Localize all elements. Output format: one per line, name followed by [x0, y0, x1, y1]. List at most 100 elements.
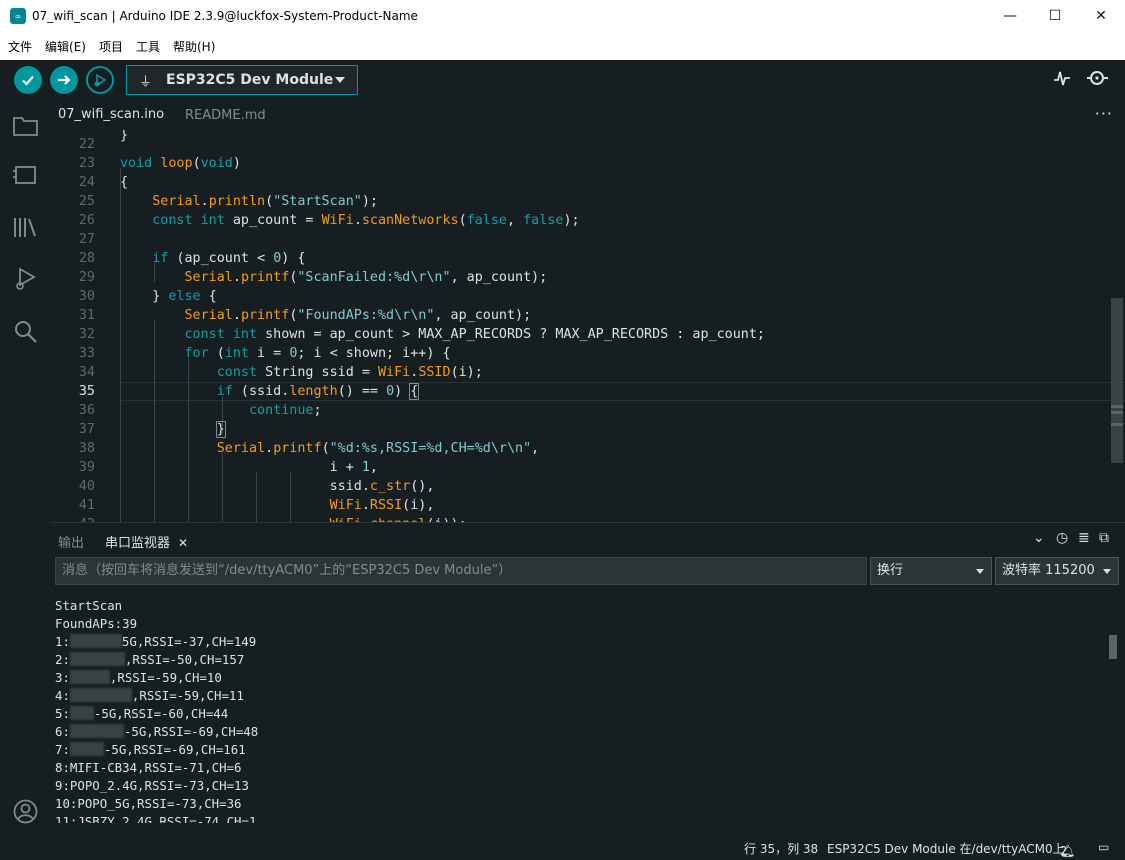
redacted-ssid	[69, 652, 125, 666]
sketchbook-folder-icon[interactable]	[12, 112, 39, 139]
serial-monitor-icon	[1087, 71, 1108, 85]
chevron-down-icon	[335, 77, 345, 83]
line-number: 34	[78, 365, 95, 380]
search-icon[interactable]	[12, 318, 39, 345]
code-line: Serial.printf("FoundAPs:%d\r\n", ap_coun…	[184, 308, 532, 323]
line-number: 25	[78, 194, 95, 209]
more-actions-icon[interactable]: ···	[1095, 104, 1113, 123]
serial-message-input[interactable]: 消息（按回车将消息发送到“/dev/ttyACM0”上的“ESP32C5 Dev…	[55, 557, 867, 585]
redacted-ssid	[69, 724, 124, 738]
debug-sidebar-icon[interactable]	[12, 266, 39, 293]
redacted-ssid	[69, 706, 94, 720]
toggle-autoscroll-icon[interactable]: ⌄	[1033, 530, 1045, 546]
serial-scrollbar[interactable]	[1109, 635, 1117, 659]
output-toggle-icon[interactable]: ▭	[1098, 840, 1109, 854]
code-line: const int ap_count = WiFi.scanNetworks(f…	[152, 213, 580, 228]
boards-manager-icon[interactable]	[12, 162, 39, 189]
board-name: ESP32C5 Dev Module	[166, 72, 334, 88]
redacted-ssid	[69, 688, 132, 702]
redacted-ssid	[69, 634, 122, 648]
menu-edit[interactable]: 编辑(E)	[37, 38, 91, 55]
serial-line: 1: 5G,RSSI=-37,CH=149	[55, 633, 1110, 651]
line-number: 23	[78, 156, 95, 171]
code-line: }	[215, 421, 226, 438]
minimize-button[interactable]: —	[987, 0, 1033, 32]
code-line: for (int i = 0; i < shown; i++) {	[184, 346, 451, 361]
code-line: Serial.printf("%d:%s,RSSI=%d,CH=%d\r\n",	[216, 441, 540, 456]
line-number: 27	[78, 232, 95, 247]
menu-tools[interactable]: 工具	[128, 38, 165, 55]
serial-line-prefix: 2:	[55, 652, 70, 667]
close-window-button[interactable]: ✕	[1078, 0, 1124, 32]
cursor-position: 行 35，列 38	[744, 842, 819, 856]
close-icon[interactable]: ✕	[178, 536, 188, 550]
line-ending-value: 换行	[877, 563, 904, 578]
code-line: i + 1,	[120, 460, 378, 475]
line-number: 40	[78, 479, 95, 494]
bottom-panel: 输出 串口监视器 ✕ ⌄ ◷ ≣ ⧉ 消息（按回车将消息发送到“/dev/ttyA…	[50, 522, 1125, 836]
menu-project[interactable]: 项目	[91, 38, 128, 55]
line-number: 22	[78, 137, 95, 152]
serial-line: 2: ,RSSI=-50,CH=157	[55, 651, 1110, 669]
menu-file[interactable]: 文件	[0, 38, 37, 55]
upload-button[interactable]	[50, 66, 78, 94]
baud-rate-select[interactable]: 波特率 115200	[995, 557, 1119, 585]
maximize-button[interactable]: ☐	[1032, 0, 1078, 32]
code-line: Serial.println("StartScan");	[152, 194, 378, 209]
code-line: const int shown = ap_count > MAX_AP_RECO…	[184, 327, 765, 342]
arduino-app-icon: ∞	[10, 8, 26, 24]
baud-rate-value: 波特率 115200	[1002, 563, 1095, 578]
serial-plotter-button[interactable]	[1052, 68, 1072, 93]
debug-button[interactable]	[86, 66, 114, 94]
serial-line-prefix: 7:	[55, 742, 70, 757]
line-number: 39	[78, 460, 95, 475]
account-icon[interactable]	[12, 798, 39, 825]
status-bar: 行 35，列 38 ESP32C5 Dev Module 在/dev/ttyAC…	[0, 836, 1125, 860]
verify-button[interactable]	[14, 66, 42, 94]
serial-line-suffix: -5G,RSSI=-60,CH=44	[93, 706, 229, 721]
line-number: 30	[78, 289, 95, 304]
serial-line-prefix: 5:	[55, 706, 70, 721]
serial-line: 5: -5G,RSSI=-60,CH=44	[55, 705, 1110, 723]
tab-output-label: 输出	[58, 536, 85, 551]
serial-line: 11:JSBZY_2.4G,RSSI=-74,CH=1	[55, 814, 257, 823]
arrow-right-icon	[58, 75, 71, 85]
code-line: continue;	[249, 403, 322, 418]
line-number: 37	[78, 422, 95, 437]
serial-line-prefix: 1:	[55, 634, 70, 649]
chevron-down-icon	[1103, 569, 1111, 574]
line-number: 26	[78, 213, 95, 228]
library-manager-icon[interactable]	[12, 214, 39, 241]
tab-serial-monitor[interactable]: 串口监视器 ✕	[105, 532, 188, 551]
toggle-timestamp-icon[interactable]: ◷	[1056, 530, 1068, 546]
serial-line-suffix: ,RSSI=-59,CH=11	[131, 688, 244, 703]
serial-line: 4: ,RSSI=-59,CH=11	[55, 687, 1110, 705]
window-title-bar: ∞ 07_wifi_scan | Arduino IDE 2.3.9@luckf…	[0, 0, 1125, 32]
code-editor[interactable]: 22 23 24 25 26 27 28 29 30 31 32 33 34 35 36 37 38 39 40 41…	[50, 130, 1125, 522]
copy-output-icon[interactable]: ⧉	[1099, 530, 1109, 546]
serial-line-suffix: ,RSSI=-50,CH=157	[124, 652, 245, 667]
clear-output-icon[interactable]: ≣	[1078, 530, 1090, 546]
code-line: void loop(void)	[120, 156, 241, 171]
plotter-icon	[1054, 71, 1070, 86]
minimap-mark	[1111, 423, 1123, 426]
code-line: if (ssid.length() == 0) {	[216, 383, 420, 400]
tab-readme-md[interactable]: README.md	[177, 100, 274, 130]
redacted-ssid	[69, 670, 110, 684]
line-number: 28	[78, 251, 95, 266]
tab-output[interactable]: 输出	[58, 532, 84, 551]
line-number: 33	[78, 346, 95, 361]
editor-scrollbar[interactable]	[1111, 298, 1123, 463]
board-port-status[interactable]: ESP32C5 Dev Module 在/dev/ttyACM0上	[827, 840, 1065, 857]
tab-07-wifi-scan-ino[interactable]: 07_wifi_scan.ino	[50, 100, 174, 130]
minimap-mark	[1111, 405, 1123, 408]
board-selector[interactable]: ⏚ ESP32C5 Dev Module	[126, 65, 358, 95]
redacted-ssid	[69, 742, 104, 756]
debug-icon	[94, 73, 107, 87]
check-icon	[22, 75, 34, 86]
line-number: 24	[78, 175, 95, 190]
menu-help[interactable]: 帮助(H)	[165, 38, 220, 55]
line-ending-select[interactable]: 换行	[870, 557, 992, 585]
serial-monitor-button[interactable]	[1086, 68, 1110, 93]
